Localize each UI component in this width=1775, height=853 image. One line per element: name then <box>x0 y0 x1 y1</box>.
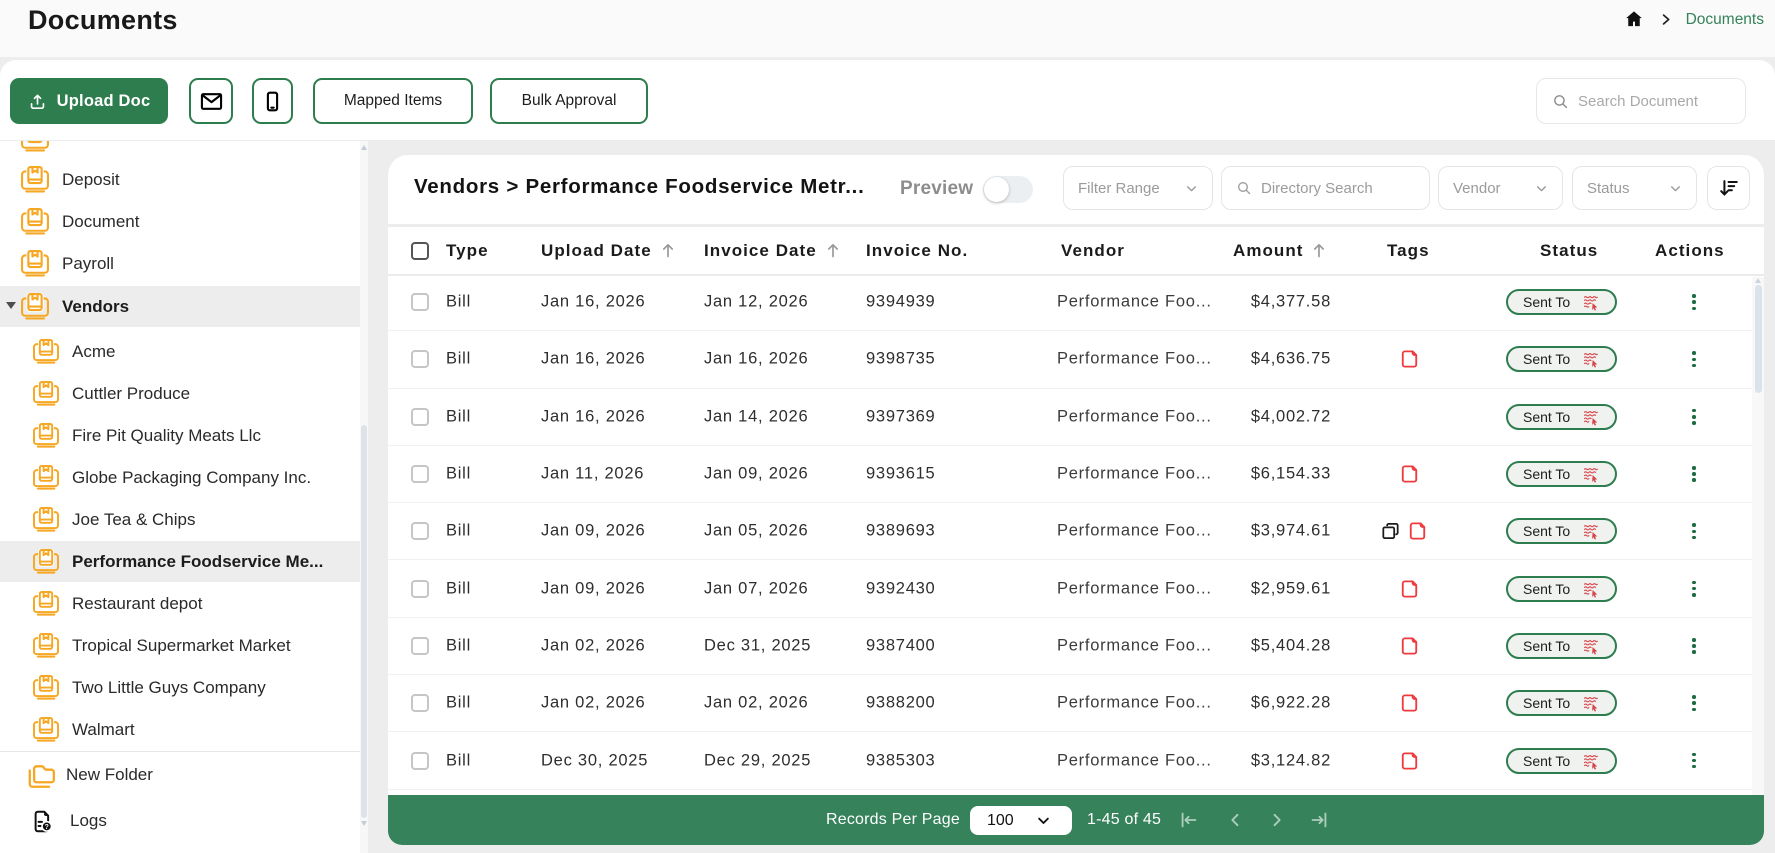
svg-text:?: ? <box>45 824 49 831</box>
